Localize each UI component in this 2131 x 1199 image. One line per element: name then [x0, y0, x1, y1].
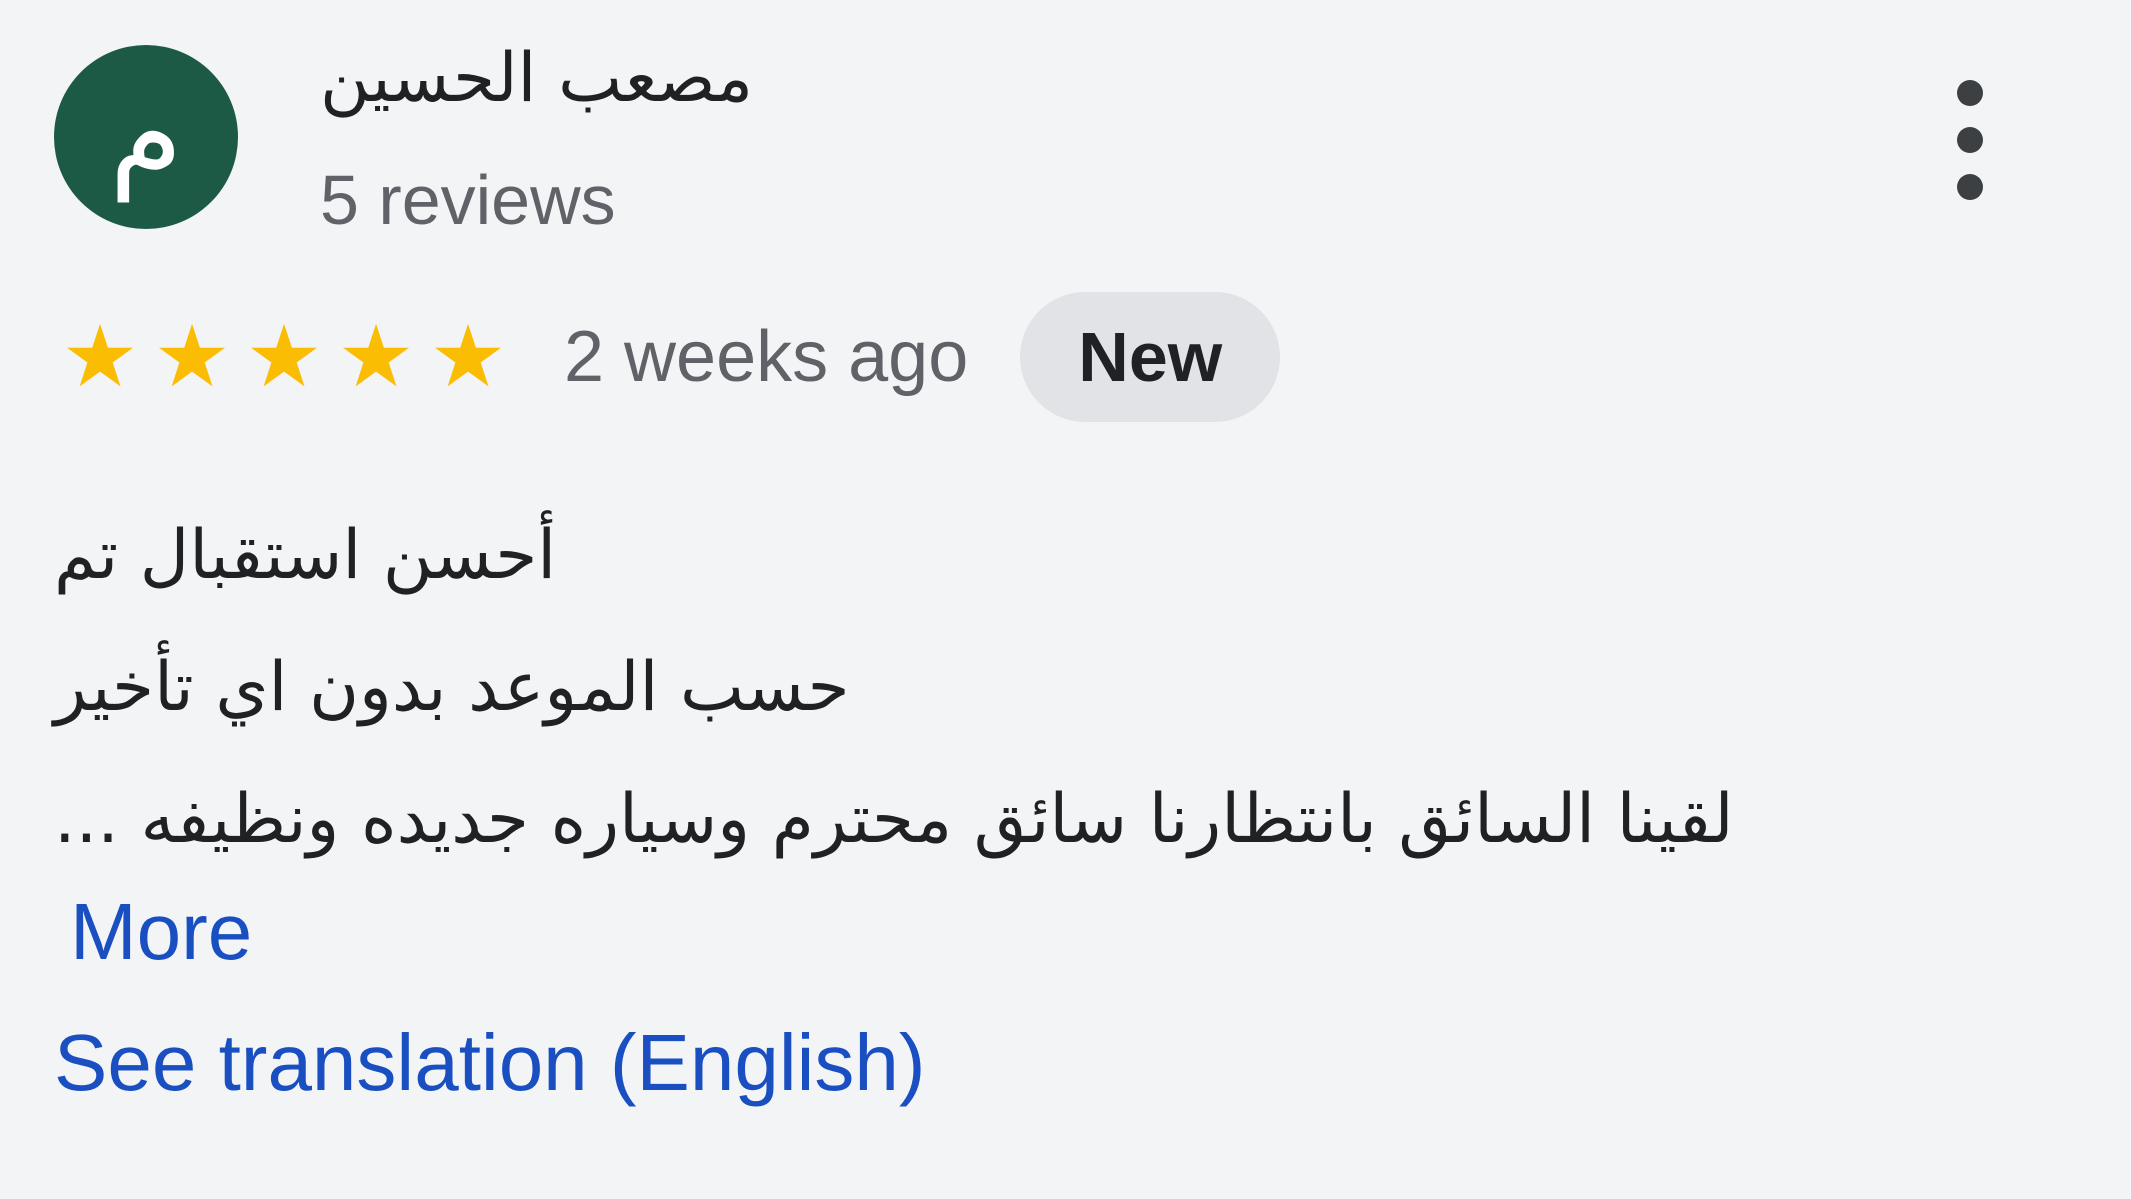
menu-dot	[1957, 80, 1983, 106]
review-text: أحسن استقبال تم حسب الموعد بدون اي تأخير…	[54, 490, 1994, 886]
new-badge: New	[1020, 292, 1281, 422]
star-icon: ★	[245, 307, 323, 407]
review-line: أحسن استقبال تم	[54, 516, 557, 595]
see-translation-link[interactable]: See translation (English)	[54, 1015, 926, 1111]
more-options-icon[interactable]	[1930, 80, 2010, 200]
rating-row: ★ ★ ★ ★ ★ 2 weeks ago New	[54, 292, 1281, 422]
more-link[interactable]: More	[70, 884, 252, 980]
review-card: م مصعب الحسين 5 reviews ★ ★ ★ ★ ★ 2 week…	[0, 0, 2131, 1199]
star-icon: ★	[337, 307, 415, 407]
review-count[interactable]: 5 reviews	[320, 158, 616, 242]
review-timestamp: 2 weeks ago	[564, 317, 969, 397]
star-icon: ★	[429, 307, 507, 407]
star-rating: ★ ★ ★ ★ ★	[54, 314, 514, 400]
star-icon: ★	[61, 307, 139, 407]
avatar-letter: م	[109, 64, 183, 202]
star-icon: ★	[153, 307, 231, 407]
reviewer-name[interactable]: مصعب الحسين	[320, 38, 753, 120]
menu-dot	[1957, 127, 1983, 153]
reviewer-avatar[interactable]: م	[54, 45, 238, 229]
review-line: لقينا السائق بانتظارنا سائق محترم وسياره…	[54, 780, 1734, 859]
menu-dot	[1957, 174, 1983, 200]
review-line: حسب الموعد بدون اي تأخير	[54, 648, 850, 727]
